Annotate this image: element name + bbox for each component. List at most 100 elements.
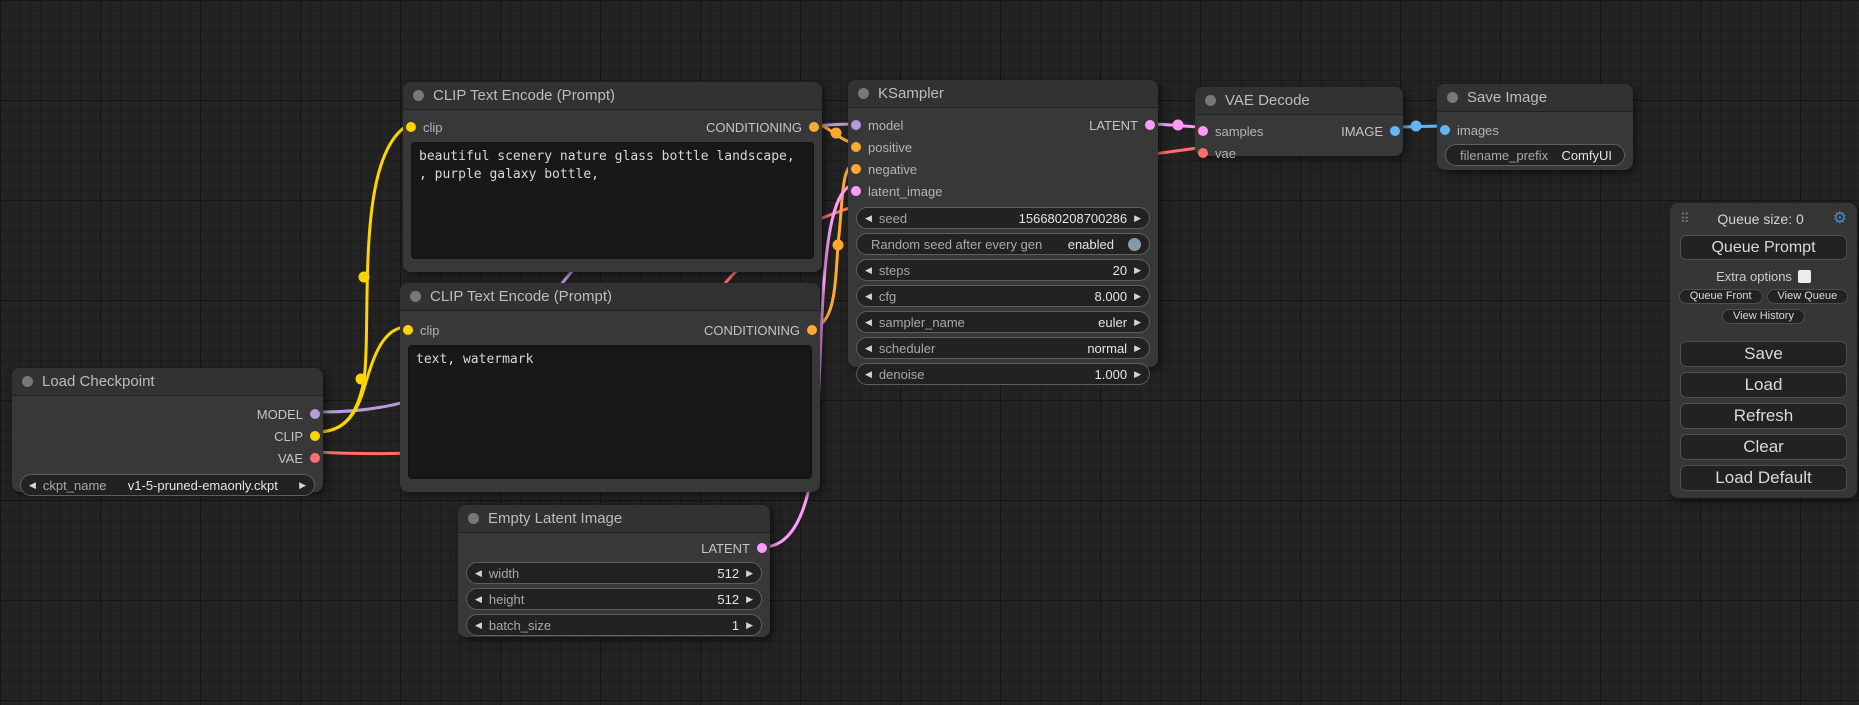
output-slot-vae: VAE — [12, 448, 323, 468]
widget-value: 1 — [732, 618, 739, 633]
widget-label: denoise — [879, 367, 925, 382]
node-title-bar[interactable]: CLIP Text Encode (Prompt) — [400, 283, 820, 311]
settings-gear-icon[interactable]: ⚙ — [1833, 211, 1847, 227]
extra-options-label: Extra options — [1716, 269, 1792, 284]
input-dot-positive[interactable] — [851, 142, 861, 152]
node-title-bar[interactable]: Load Checkpoint — [12, 368, 323, 396]
slot-label: clip — [420, 323, 440, 338]
drag-handle-icon[interactable]: ⠿ — [1680, 211, 1689, 227]
output-dot-image[interactable] — [1390, 126, 1400, 136]
output-dot-clip[interactable] — [310, 431, 320, 441]
collapse-dot-icon[interactable] — [468, 513, 479, 524]
collapse-dot-icon[interactable] — [410, 291, 421, 302]
save-button[interactable]: Save — [1680, 341, 1847, 367]
scheduler-widget[interactable]: ◀ scheduler normal ▶ — [856, 337, 1150, 359]
output-slot-model: MODEL — [12, 404, 323, 424]
toggle-indicator-icon[interactable] — [1128, 238, 1141, 251]
input-dot-vae[interactable] — [1198, 148, 1208, 158]
increment-arrow-icon[interactable]: ▶ — [299, 481, 306, 490]
collapse-dot-icon[interactable] — [22, 376, 33, 387]
increment-arrow-icon[interactable]: ▶ — [1134, 266, 1141, 275]
positive-prompt-textarea[interactable]: beautiful scenery nature glass bottle la… — [411, 142, 814, 259]
widget-value: ComfyUI — [1561, 148, 1612, 163]
collapse-dot-icon[interactable] — [413, 90, 424, 101]
node-title-bar[interactable]: CLIP Text Encode (Prompt) — [403, 82, 822, 110]
slot-label: VAE — [278, 451, 303, 466]
negative-prompt-textarea[interactable]: text, watermark — [408, 345, 812, 479]
node-clip-text-encode-positive[interactable]: CLIP Text Encode (Prompt) clip CONDITION… — [403, 82, 822, 272]
output-dot-vae[interactable] — [310, 453, 320, 463]
increment-arrow-icon[interactable]: ▶ — [746, 595, 753, 604]
decrement-arrow-icon[interactable]: ◀ — [865, 344, 872, 353]
widget-value: 512 — [717, 592, 739, 607]
increment-arrow-icon[interactable]: ▶ — [746, 621, 753, 630]
input-dot-images[interactable] — [1440, 125, 1450, 135]
collapse-dot-icon[interactable] — [858, 88, 869, 99]
decrement-arrow-icon[interactable]: ◀ — [865, 292, 872, 301]
view-queue-button[interactable]: View Queue — [1767, 289, 1849, 304]
load-default-button[interactable]: Load Default — [1680, 465, 1847, 491]
increment-arrow-icon[interactable]: ▶ — [1134, 292, 1141, 301]
input-dot-model[interactable] — [851, 120, 861, 130]
height-widget[interactable]: ◀ height 512 ▶ — [466, 588, 762, 610]
node-clip-text-encode-negative[interactable]: CLIP Text Encode (Prompt) clip CONDITION… — [400, 283, 820, 492]
decrement-arrow-icon[interactable]: ◀ — [865, 370, 872, 379]
output-dot-conditioning[interactable] — [807, 325, 817, 335]
decrement-arrow-icon[interactable]: ◀ — [29, 481, 36, 490]
node-title-bar[interactable]: KSampler — [848, 80, 1158, 108]
decrement-arrow-icon[interactable]: ◀ — [865, 214, 872, 223]
batch-size-widget[interactable]: ◀ batch_size 1 ▶ — [466, 614, 762, 636]
view-history-button[interactable]: View History — [1722, 309, 1805, 324]
input-dot-samples[interactable] — [1198, 126, 1208, 136]
seed-widget[interactable]: ◀ seed 156680208700286 ▶ — [856, 207, 1150, 229]
output-dot-model[interactable] — [310, 409, 320, 419]
node-ksampler[interactable]: KSampler model LATENT positive negative … — [848, 80, 1158, 367]
increment-arrow-icon[interactable]: ▶ — [1134, 370, 1141, 379]
increment-arrow-icon[interactable]: ▶ — [746, 569, 753, 578]
increment-arrow-icon[interactable]: ▶ — [1134, 344, 1141, 353]
increment-arrow-icon[interactable]: ▶ — [1134, 318, 1141, 327]
random-seed-toggle-widget[interactable]: Random seed after every gen enabled — [856, 233, 1150, 255]
decrement-arrow-icon[interactable]: ◀ — [475, 595, 482, 604]
refresh-button[interactable]: Refresh — [1680, 403, 1847, 429]
input-dot-clip[interactable] — [403, 325, 413, 335]
node-load-checkpoint[interactable]: Load Checkpoint MODEL CLIP VAE ◀ ckpt_na… — [12, 368, 323, 492]
decrement-arrow-icon[interactable]: ◀ — [865, 318, 872, 327]
load-button[interactable]: Load — [1680, 372, 1847, 398]
queue-panel[interactable]: ⠿ Queue size: 0 ⚙ Queue Prompt Extra opt… — [1670, 203, 1857, 498]
cfg-widget[interactable]: ◀ cfg 8.000 ▶ — [856, 285, 1150, 307]
clear-button[interactable]: Clear — [1680, 434, 1847, 460]
widget-value: v1-5-pruned-emaonly.ckpt — [114, 478, 293, 493]
slot-label: negative — [868, 162, 917, 177]
collapse-dot-icon[interactable] — [1447, 92, 1458, 103]
node-title-bar[interactable]: Save Image — [1437, 84, 1633, 112]
output-dot-conditioning[interactable] — [809, 122, 819, 132]
input-dot-latent-image[interactable] — [851, 186, 861, 196]
widget-label: steps — [879, 263, 910, 278]
output-dot-latent[interactable] — [757, 543, 767, 553]
decrement-arrow-icon[interactable]: ◀ — [475, 621, 482, 630]
decrement-arrow-icon[interactable]: ◀ — [475, 569, 482, 578]
denoise-widget[interactable]: ◀ denoise 1.000 ▶ — [856, 363, 1150, 385]
node-empty-latent-image[interactable]: Empty Latent Image LATENT ◀ width 512 ▶ … — [458, 505, 770, 637]
ckpt-name-widget[interactable]: ◀ ckpt_name v1-5-pruned-emaonly.ckpt ▶ — [20, 474, 315, 496]
widget-label: seed — [879, 211, 907, 226]
node-save-image[interactable]: Save Image images filename_prefix ComfyU… — [1437, 84, 1633, 170]
node-graph-canvas[interactable]: Load Checkpoint MODEL CLIP VAE ◀ ckpt_na… — [0, 0, 1859, 705]
queue-front-button[interactable]: Queue Front — [1679, 289, 1763, 304]
increment-arrow-icon[interactable]: ▶ — [1134, 214, 1141, 223]
width-widget[interactable]: ◀ width 512 ▶ — [466, 562, 762, 584]
collapse-dot-icon[interactable] — [1205, 95, 1216, 106]
input-dot-clip[interactable] — [406, 122, 416, 132]
node-title-bar[interactable]: Empty Latent Image — [458, 505, 770, 533]
filename-prefix-widget[interactable]: filename_prefix ComfyUI — [1445, 144, 1625, 166]
node-title-bar[interactable]: VAE Decode — [1195, 87, 1403, 115]
output-dot-latent[interactable] — [1145, 120, 1155, 130]
decrement-arrow-icon[interactable]: ◀ — [865, 266, 872, 275]
extra-options-checkbox[interactable] — [1798, 270, 1811, 283]
sampler-name-widget[interactable]: ◀ sampler_name euler ▶ — [856, 311, 1150, 333]
node-vae-decode[interactable]: VAE Decode samples IMAGE vae — [1195, 87, 1403, 156]
steps-widget[interactable]: ◀ steps 20 ▶ — [856, 259, 1150, 281]
input-dot-negative[interactable] — [851, 164, 861, 174]
queue-prompt-button[interactable]: Queue Prompt — [1680, 235, 1847, 260]
